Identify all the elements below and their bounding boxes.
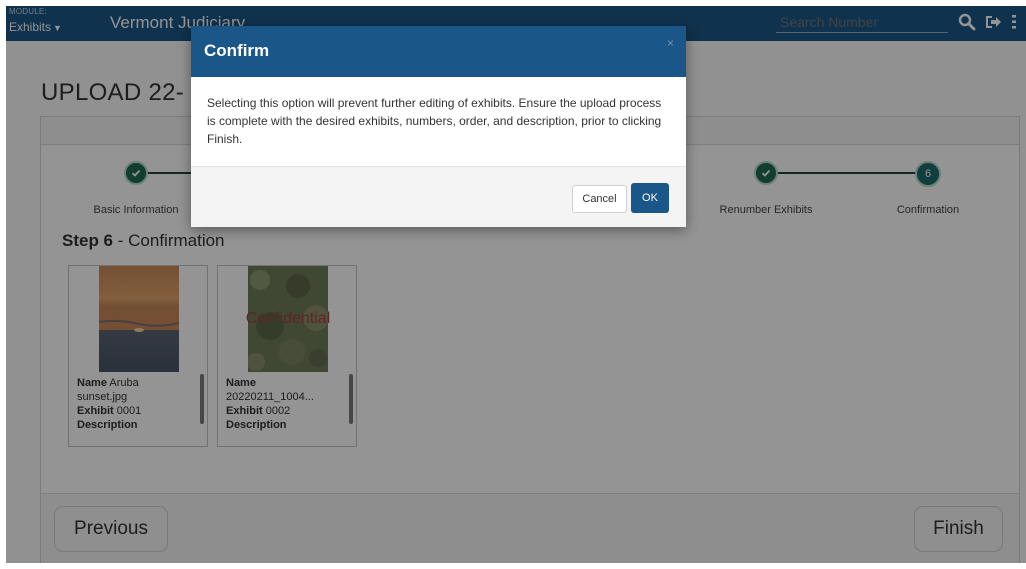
cancel-button[interactable]: Cancel [572,185,627,213]
dialog-footer: Cancel OK [191,166,686,227]
dialog-header: Confirm × [191,26,686,77]
dialog-title: Confirm [204,41,270,60]
dialog-message: Selecting this option will prevent furth… [207,96,662,146]
close-icon[interactable]: × [667,36,674,50]
ok-button[interactable]: OK [631,183,669,213]
confirm-dialog: Confirm × Selecting this option will pre… [191,26,686,227]
app-viewport: MODULE: Exhibits▼ Vermont Judiciary UPLO… [6,6,1026,563]
